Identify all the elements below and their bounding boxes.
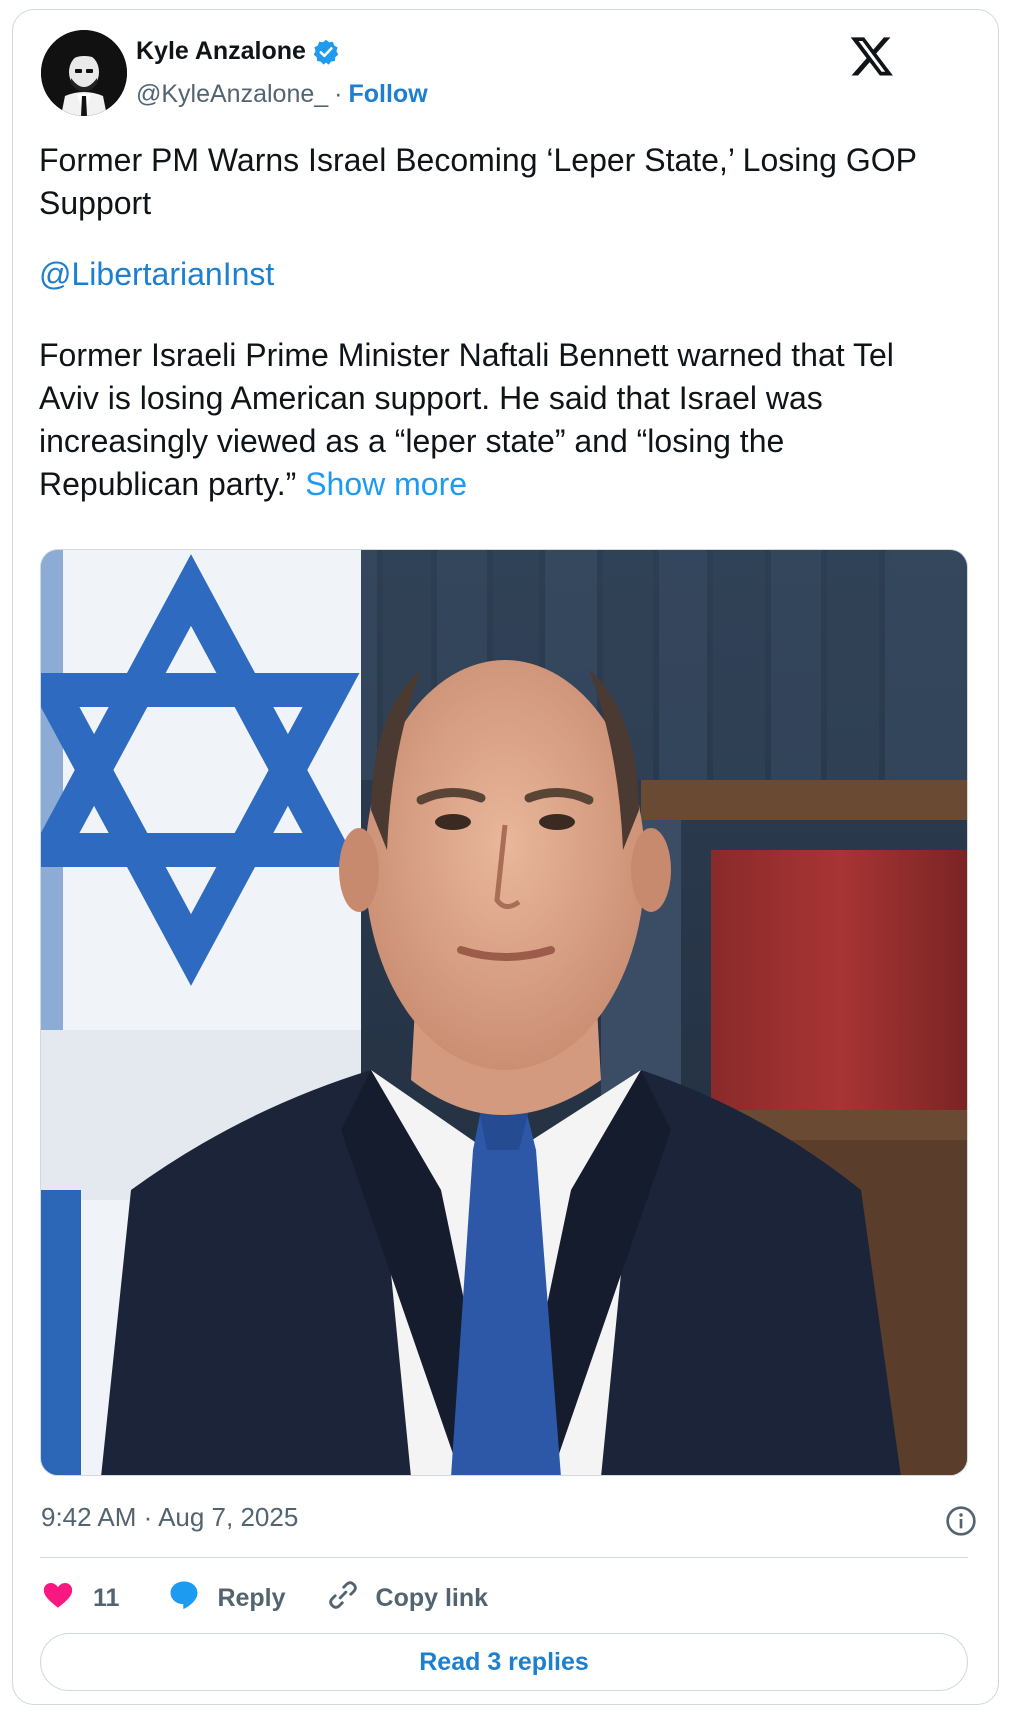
x-logo-icon[interactable] (849, 33, 895, 79)
info-icon[interactable] (945, 1505, 977, 1537)
follow-button[interactable]: Follow (349, 80, 428, 109)
divider (40, 1557, 968, 1558)
mention-link[interactable]: @LibertarianInst (39, 253, 919, 296)
tweet-card: Kyle Anzalone @KyleAnzalone_ · Follow Fo… (12, 9, 999, 1705)
avatar[interactable] (41, 30, 127, 116)
portrait-image (41, 550, 967, 1475)
tweet-photo[interactable] (40, 549, 968, 1476)
reply-label: Reply (217, 1583, 286, 1612)
link-icon (326, 1578, 360, 1619)
tweet-title: Former PM Warns Israel Becoming ‘Leper S… (39, 142, 917, 221)
verified-badge-icon (312, 38, 340, 66)
heart-icon (41, 1578, 75, 1619)
author-name[interactable]: Kyle Anzalone (136, 37, 306, 66)
tweet-timestamp[interactable]: 9:42 AM · Aug 7, 2025 (41, 1502, 298, 1533)
action-bar: 11 Reply Copy link (41, 1573, 488, 1623)
speech-bubble-icon (167, 1578, 201, 1619)
read-replies-button[interactable]: Read 3 replies (40, 1633, 968, 1691)
copy-link-button[interactable]: Copy link (326, 1578, 489, 1619)
tweet-body: Former Israeli Prime Minister Naftali Be… (39, 334, 919, 506)
copy-link-label: Copy link (375, 1583, 489, 1612)
like-button[interactable]: 11 (41, 1578, 119, 1619)
handle-row: @KyleAnzalone_ · Follow (136, 80, 428, 109)
like-count: 11 (93, 1583, 120, 1612)
author-name-row: Kyle Anzalone (136, 37, 340, 66)
separator-dot: · (334, 80, 343, 108)
avatar-illustration (41, 30, 127, 116)
reply-button[interactable]: Reply (167, 1578, 286, 1619)
author-handle[interactable]: @KyleAnzalone_ (136, 80, 328, 109)
show-more-link[interactable]: Show more (305, 466, 467, 502)
